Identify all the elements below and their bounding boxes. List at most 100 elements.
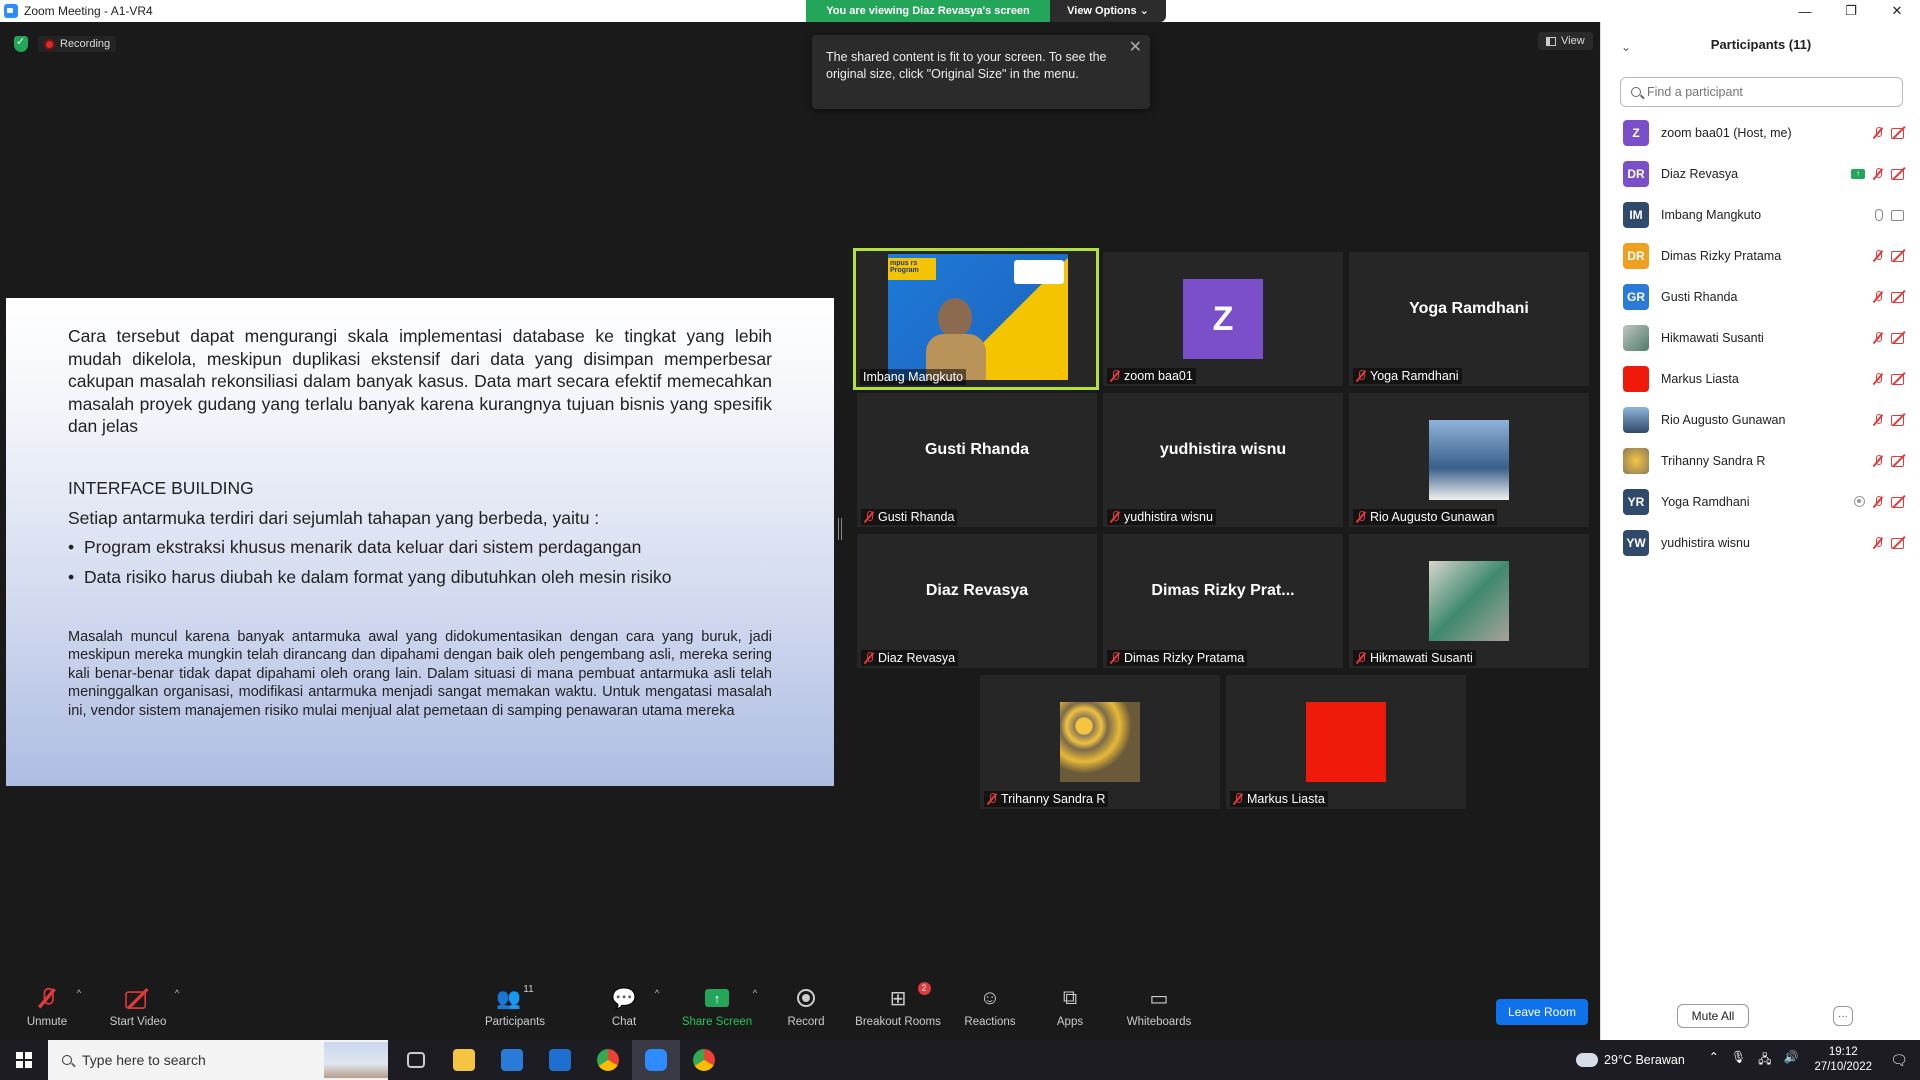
mic-on-icon[interactable] bbox=[1875, 208, 1883, 221]
taskbar-search[interactable]: Type here to search bbox=[48, 1040, 388, 1080]
participant-row[interactable]: IM Imbang Mangkuto bbox=[1601, 194, 1920, 235]
view-options-button[interactable]: View Options ⌄ bbox=[1050, 0, 1166, 22]
video-tile-imbang-mangkuto[interactable]: mpus rs Program Imbang Mangkuto bbox=[853, 248, 1099, 390]
chat-button[interactable]: 💬 Chat bbox=[604, 984, 644, 1040]
record-button[interactable]: Record bbox=[782, 984, 830, 1040]
mute-all-button[interactable]: Mute All bbox=[1677, 1004, 1749, 1028]
unmute-button[interactable]: Unmute bbox=[22, 984, 72, 1040]
video-off-icon[interactable] bbox=[1891, 291, 1907, 303]
task-view-icon[interactable] bbox=[392, 1040, 440, 1080]
whiteboards-button[interactable]: ▭ Whiteboards bbox=[1124, 984, 1194, 1040]
mail-icon[interactable] bbox=[536, 1040, 584, 1080]
mic-muted-icon[interactable] bbox=[1873, 536, 1883, 549]
mic-muted-icon[interactable] bbox=[1873, 495, 1883, 508]
video-tile-gusti-rhanda[interactable]: Gusti Rhanda Gusti Rhanda bbox=[857, 393, 1097, 527]
video-tile-zoom-baa01[interactable]: Z zoom baa01 bbox=[1103, 252, 1343, 386]
video-on-icon[interactable] bbox=[1891, 209, 1907, 221]
participant-row[interactable]: Markus Liasta bbox=[1601, 358, 1920, 399]
zoom-taskbar-icon[interactable] bbox=[632, 1040, 680, 1080]
mic-muted-icon[interactable] bbox=[1873, 413, 1883, 426]
tile-name: Hikmawati Susanti bbox=[1353, 650, 1476, 666]
video-off-icon[interactable] bbox=[1891, 127, 1907, 139]
apps-button[interactable]: ⧉ Apps bbox=[1052, 984, 1088, 1040]
clock[interactable]: 19:12 27/10/2022 bbox=[1814, 1045, 1872, 1075]
leave-room-button[interactable]: Leave Room bbox=[1496, 999, 1588, 1025]
video-tile-dimas-rizky-pratama[interactable]: Dimas Rizky Prat... Dimas Rizky Pratama bbox=[1103, 534, 1343, 668]
video-tile-yudhistira-wisnu[interactable]: yudhistira wisnu yudhistira wisnu bbox=[1103, 393, 1343, 527]
tooltip-text: The shared content is fit to your screen… bbox=[826, 50, 1107, 81]
share-options-caret[interactable]: ^ bbox=[750, 984, 760, 1040]
view-button[interactable]: View bbox=[1538, 32, 1593, 50]
tooltip-close-icon[interactable]: ✕ bbox=[1129, 39, 1142, 56]
start-video-button[interactable]: Start Video bbox=[106, 984, 170, 1040]
tile-name: Gusti Rhanda bbox=[861, 509, 958, 525]
participant-row[interactable]: YR Yoga Ramdhani bbox=[1601, 481, 1920, 522]
participant-row[interactable]: Trihanny Sandra R bbox=[1601, 440, 1920, 481]
participants-button[interactable]: 👥 11 Participants bbox=[480, 984, 550, 1040]
mic-muted-icon[interactable] bbox=[1873, 249, 1883, 262]
participant-row[interactable]: GR Gusti Rhanda bbox=[1601, 276, 1920, 317]
video-off-icon[interactable] bbox=[1891, 168, 1907, 180]
breakout-rooms-button[interactable]: ⊞ 2 Breakout Rooms bbox=[852, 982, 944, 1040]
mic-muted-icon[interactable] bbox=[1873, 454, 1883, 467]
video-tile-diaz-revasya[interactable]: Diaz Revasya Diaz Revasya bbox=[857, 534, 1097, 668]
file-explorer-icon[interactable] bbox=[440, 1040, 488, 1080]
participant-list: Z zoom baa01 (Host, me) DR Diaz Revasya … bbox=[1601, 112, 1920, 563]
microphone-icon[interactable]: 🎙 bbox=[1731, 1050, 1746, 1071]
volume-icon[interactable]: 🔊 bbox=[1783, 1050, 1798, 1071]
share-screen-icon: ↑ bbox=[705, 984, 729, 1012]
participant-avatar bbox=[1623, 365, 1649, 392]
video-off-icon[interactable] bbox=[1891, 414, 1907, 426]
video-off-icon[interactable] bbox=[1891, 373, 1907, 385]
recording-indicator[interactable]: Recording bbox=[38, 36, 117, 52]
network-icon[interactable]: 🖧 bbox=[1758, 1050, 1771, 1071]
chevron-up-icon[interactable]: ⌃ bbox=[1709, 1050, 1719, 1071]
video-tile-hikmawati-susanti[interactable]: Hikmawati Susanti bbox=[1349, 534, 1589, 668]
participant-row[interactable]: DR Dimas Rizky Pratama bbox=[1601, 235, 1920, 276]
mic-muted-icon[interactable] bbox=[1873, 167, 1883, 180]
weather-widget[interactable]: 29°C Berawan bbox=[1573, 1048, 1685, 1067]
participant-row[interactable]: YW yudhistira wisnu bbox=[1601, 522, 1920, 563]
participant-row[interactable]: DR Diaz Revasya ↑ bbox=[1601, 153, 1920, 194]
audio-options-caret[interactable]: ^ bbox=[74, 984, 84, 1040]
restore-button[interactable]: ❐ bbox=[1828, 0, 1874, 22]
video-tile-trihanny-sandra-r[interactable]: Trihanny Sandra R bbox=[980, 675, 1220, 809]
chrome-icon[interactable] bbox=[584, 1040, 632, 1080]
taskbar-search-placeholder: Type here to search bbox=[82, 1052, 206, 1068]
minimize-button[interactable]: — bbox=[1782, 0, 1828, 22]
video-options-caret[interactable]: ^ bbox=[172, 984, 182, 1040]
notification-icon[interactable]: 🗨 bbox=[1884, 1052, 1914, 1069]
participant-search-input[interactable] bbox=[1647, 85, 1887, 99]
video-off-icon[interactable] bbox=[1891, 496, 1907, 508]
mic-muted-icon[interactable] bbox=[1873, 126, 1883, 139]
close-window-button[interactable]: ✕ bbox=[1874, 0, 1920, 22]
chrome-profile-icon[interactable] bbox=[680, 1040, 728, 1080]
split-divider-handle[interactable] bbox=[838, 518, 842, 540]
chat-options-caret[interactable]: ^ bbox=[652, 984, 662, 1040]
participant-avatar: IM bbox=[1623, 201, 1649, 228]
video-tile-yoga-ramdhani[interactable]: Yoga Ramdhani Yoga Ramdhani bbox=[1349, 252, 1589, 386]
participant-row[interactable]: Hikmawati Susanti bbox=[1601, 317, 1920, 358]
mic-muted-icon[interactable] bbox=[1873, 290, 1883, 303]
store-icon[interactable] bbox=[488, 1040, 536, 1080]
mic-muted-icon[interactable] bbox=[1873, 372, 1883, 385]
video-off-icon[interactable] bbox=[1891, 332, 1907, 344]
video-tile-markus-liasta[interactable]: Markus Liasta bbox=[1226, 675, 1466, 809]
reactions-button[interactable]: ☺ Reactions bbox=[962, 984, 1018, 1040]
participant-row[interactable]: Rio Augusto Gunawan bbox=[1601, 399, 1920, 440]
start-button[interactable] bbox=[0, 1040, 48, 1080]
video-off-icon[interactable] bbox=[1891, 250, 1907, 262]
encryption-shield-icon[interactable] bbox=[14, 35, 28, 52]
pinned-apps bbox=[392, 1040, 728, 1080]
mic-muted-icon bbox=[42, 984, 54, 1012]
tile-profile-photo bbox=[1306, 702, 1386, 782]
share-screen-button[interactable]: ↑ Share Screen bbox=[680, 984, 754, 1040]
video-tile-rio-augusto-gunawan[interactable]: Rio Augusto Gunawan bbox=[1349, 393, 1589, 527]
video-off-icon[interactable] bbox=[1891, 455, 1907, 467]
participant-search[interactable] bbox=[1620, 77, 1903, 107]
mic-muted-icon[interactable] bbox=[1873, 331, 1883, 344]
video-off-icon[interactable] bbox=[1891, 537, 1907, 549]
participant-row[interactable]: Z zoom baa01 (Host, me) bbox=[1601, 112, 1920, 153]
more-options-button[interactable]: ··· bbox=[1833, 1006, 1853, 1026]
participant-name: Diaz Revasya bbox=[1661, 166, 1739, 181]
